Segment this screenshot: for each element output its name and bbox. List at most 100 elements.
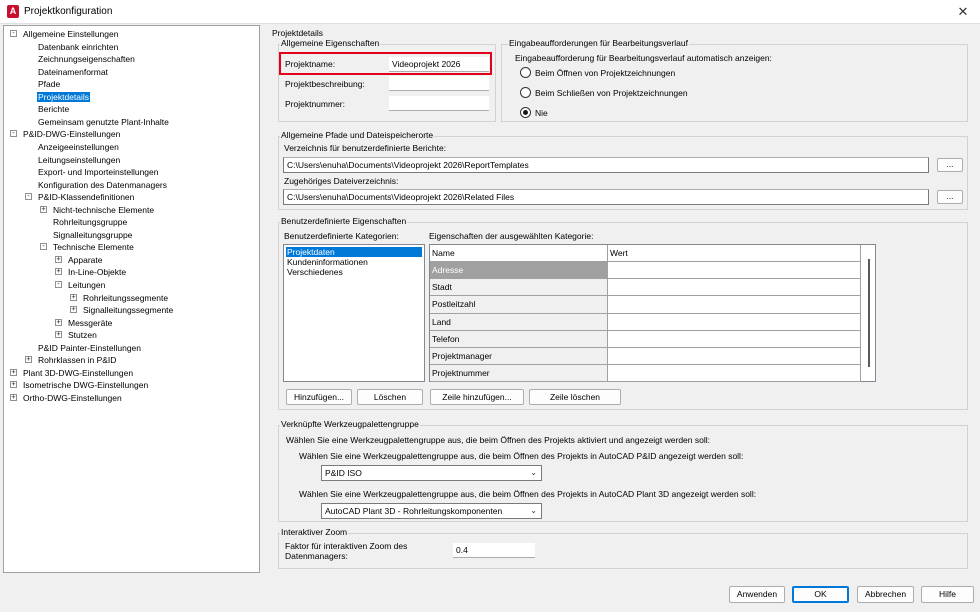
radio-on-close[interactable] (520, 87, 531, 98)
grid-row-value[interactable] (608, 279, 861, 297)
tree-expand-icon[interactable]: + (55, 255, 62, 263)
tree-item[interactable]: Dateinamenformat (37, 66, 109, 78)
pid-palette-value: P&ID ISO (325, 468, 362, 478)
tree-item[interactable]: Leitungen (67, 279, 106, 291)
tree-expand-icon[interactable]: + (40, 205, 47, 213)
tree-expand-icon[interactable]: + (10, 368, 17, 376)
tree-collapse-icon[interactable]: - (40, 243, 47, 251)
zoom-label: Interaktiver Zoom (280, 527, 349, 537)
project-name-input[interactable]: Videoprojekt 2026 (389, 57, 489, 72)
related-browse-button[interactable]: ... (937, 190, 963, 204)
tree-item[interactable]: Allgemeine Einstellungen (22, 28, 119, 40)
tree-expand-icon[interactable]: + (55, 268, 62, 276)
tree-item[interactable]: P&ID-DWG-Einstellungen (22, 128, 121, 140)
category-item[interactable]: Verschiedenes (286, 267, 344, 277)
add-category-button[interactable]: Hinzufügen... (286, 389, 352, 405)
grid-row-name[interactable]: Telefon (430, 330, 608, 348)
project-description-input[interactable] (389, 76, 489, 91)
grid-row-value[interactable] (608, 296, 861, 314)
grid-row-name[interactable]: Postleitzahl (430, 296, 608, 314)
general-properties-label: Allgemeine Eigenschaften (280, 38, 381, 48)
reports-browse-button[interactable]: ... (937, 158, 963, 172)
apply-button[interactable]: Anwenden (729, 586, 785, 603)
tree-item[interactable]: Rohrleitungsgruppe (52, 216, 128, 228)
tree-expand-icon[interactable]: + (70, 306, 77, 314)
close-icon[interactable]: ✕ (952, 3, 974, 21)
tree-item-label: Messgeräte (68, 317, 113, 328)
grid-row-value[interactable] (608, 348, 861, 366)
tree-item-label: Ortho-DWG-Einstellungen (23, 392, 122, 403)
tree-expand-icon[interactable]: + (10, 393, 17, 401)
tree-item[interactable]: Anzeigeeinstellungen (37, 141, 120, 153)
tree-expand-icon[interactable]: + (70, 293, 77, 301)
tree-item[interactable]: Technische Elemente (52, 241, 135, 253)
tree-item[interactable]: P&ID Painter-Einstellungen (37, 342, 142, 354)
delete-row-button[interactable]: Zeile löschen (529, 389, 621, 405)
cancel-button[interactable]: Abbrechen (857, 586, 914, 603)
grid-header-name[interactable]: Name (430, 245, 608, 262)
help-button[interactable]: Hilfe (921, 586, 974, 603)
tree-item[interactable]: Plant 3D-DWG-Einstellungen (22, 367, 134, 379)
tree-item[interactable]: P&ID-Klassendefinitionen (37, 191, 135, 203)
ok-button[interactable]: OK (792, 586, 849, 603)
category-item[interactable]: Projektdaten (286, 247, 422, 257)
tree-item[interactable]: Export- und Importeinstellungen (37, 166, 160, 178)
tree-collapse-icon[interactable]: - (10, 130, 17, 138)
tree-expand-icon[interactable]: + (55, 318, 62, 326)
tree-item[interactable]: Nicht-technische Elemente (52, 204, 155, 216)
add-row-button[interactable]: Zeile hinzufügen... (430, 389, 524, 405)
tree-item[interactable]: Projektdetails (37, 91, 91, 103)
tree-expand-icon[interactable]: + (10, 381, 17, 389)
tree-item[interactable]: Zeichnungseigenschaften (37, 53, 136, 65)
grid-row-value[interactable] (608, 330, 861, 348)
tree-item[interactable]: Ortho-DWG-Einstellungen (22, 392, 123, 404)
radio-on-open-label: Beim Öffnen von Projektzeichnungen (535, 68, 676, 78)
grid-row-name[interactable]: Projektnummer (430, 365, 608, 383)
tree-item[interactable]: Rohrklassen in P&ID (37, 354, 117, 366)
tree-collapse-icon[interactable]: - (25, 193, 32, 201)
tree-item[interactable]: Berichte (37, 103, 70, 115)
palette-prompt: Wählen Sie eine Werkzeugpalettengruppe a… (286, 435, 710, 445)
project-number-input[interactable] (389, 96, 489, 111)
tree-item[interactable]: Stutzen (67, 329, 98, 341)
tree-item-label: Konfiguration des Datenmanagers (38, 179, 167, 190)
grid-scrollbar[interactable] (868, 259, 870, 367)
tree-expand-icon[interactable]: + (25, 356, 32, 364)
grid-row-name[interactable]: Projektmanager (430, 348, 608, 366)
grid-row-name[interactable]: Land (430, 313, 608, 331)
pid-palette-select[interactable]: P&ID ISO ⌄ (321, 465, 542, 481)
tree-item[interactable]: Datenbank einrichten (37, 41, 119, 53)
tree-item[interactable]: Rohrleitungssegmente (82, 292, 169, 304)
category-item[interactable]: Kundeninformationen (286, 257, 369, 267)
tree-item[interactable]: Apparate (67, 254, 104, 266)
tree-item-label: Berichte (38, 104, 70, 115)
tree-item[interactable]: Signalleitungssegmente (82, 304, 174, 316)
related-dir-input[interactable]: C:\Users\enuha\Documents\Videoprojekt 20… (283, 189, 929, 205)
grid-row-name[interactable]: Adresse (430, 262, 608, 280)
grid-row-value[interactable] (608, 313, 861, 331)
reports-dir-input[interactable]: C:\Users\enuha\Documents\Videoprojekt 20… (283, 157, 929, 173)
tree-item[interactable]: Leitungseinstellungen (37, 154, 121, 166)
grid-header-value[interactable]: Wert (608, 245, 861, 262)
tree-item[interactable]: In-Line-Objekte (67, 266, 127, 278)
zoom-factor-input[interactable]: 0.4 (453, 543, 535, 558)
settings-tree[interactable]: - Allgemeine Einstellungen Datenbank einri… (3, 25, 260, 573)
properties-grid[interactable]: Name Wert Adresse Stadt Postleitzahl Land Te… (429, 244, 876, 383)
tree-item[interactable]: Pfade (37, 78, 61, 90)
grid-row-name[interactable]: Stadt (430, 279, 608, 297)
tree-item[interactable]: Isometrische DWG-Einstellungen (22, 379, 149, 391)
tree-item[interactable]: Gemeinsam genutzte Plant-Inhalte (37, 116, 170, 128)
grid-row-value[interactable] (608, 365, 861, 383)
tree-item[interactable]: Signalleitungsgruppe (52, 229, 133, 241)
radio-never[interactable] (520, 107, 531, 118)
tree-item[interactable]: Messgeräte (67, 317, 113, 329)
radio-on-open[interactable] (520, 67, 531, 78)
tree-item[interactable]: Konfiguration des Datenmanagers (37, 179, 168, 191)
tree-collapse-icon[interactable]: - (10, 30, 17, 37)
plant-palette-select[interactable]: AutoCAD Plant 3D - Rohrleitungskomponent… (321, 503, 542, 519)
tree-collapse-icon[interactable]: - (55, 281, 62, 288)
grid-row-value[interactable] (608, 262, 861, 280)
delete-category-button[interactable]: Löschen (357, 389, 423, 405)
tree-expand-icon[interactable]: + (55, 331, 62, 339)
categories-list[interactable]: Projektdaten Kundeninformationen Verschied… (283, 244, 425, 382)
